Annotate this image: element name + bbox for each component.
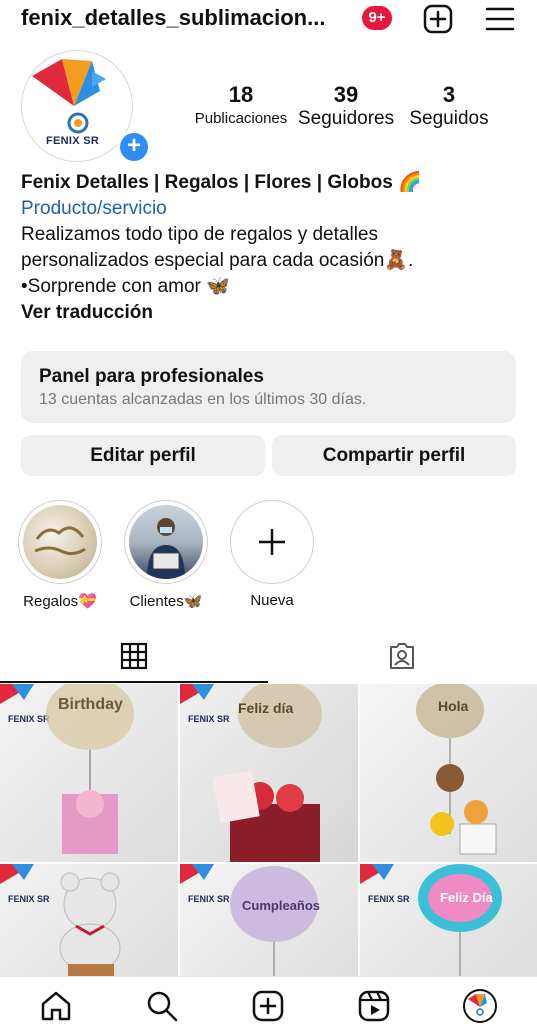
person-graphic-icon xyxy=(147,518,185,579)
foil-balloon-icon xyxy=(418,864,502,976)
brand-corner-icon xyxy=(180,864,214,884)
stat-following-label: Seguidos xyxy=(409,108,489,129)
highlight-ring xyxy=(124,500,208,584)
purple-balloon-icon xyxy=(230,866,318,976)
balloon-graphic-icon xyxy=(34,526,86,556)
highlight-label: Clientes🦋 xyxy=(129,593,203,610)
create-icon[interactable] xyxy=(251,989,285,1023)
stat-followers-value: 39 xyxy=(333,82,359,107)
notification-badge[interactable]: 9+ xyxy=(362,6,392,30)
profile-display-name: Fenix Detalles | Regalos | Flores | Glob… xyxy=(21,172,422,193)
bio-line-1: Realizamos todo tipo de regalos y detall… xyxy=(21,224,378,245)
panel-title: Panel para profesionales xyxy=(39,366,264,387)
profile-category[interactable]: Producto/servicio xyxy=(21,196,521,222)
reels-icon[interactable] xyxy=(357,989,391,1023)
profile-avatar-wrap[interactable]: FENIX SR + xyxy=(21,50,151,164)
posts-grid: FENIX SR Birthday FENIX SR Feliz día Hol… xyxy=(0,684,537,976)
post-thumbnail[interactable]: FENIX SR xyxy=(0,864,178,976)
search-icon[interactable] xyxy=(145,989,179,1023)
teddy-bear-icon xyxy=(59,872,121,976)
brand-corner-icon xyxy=(0,864,34,884)
brand-corner-icon xyxy=(0,684,34,704)
see-translation-link[interactable]: Ver traducción xyxy=(21,300,521,326)
top-bar: fenix_detalles_sublimacion... 9+ xyxy=(0,0,537,40)
post-caption: Cumpleaños xyxy=(242,898,321,913)
highlight-clientes[interactable]: Clientes🦋 xyxy=(124,500,208,610)
add-story-button[interactable]: + xyxy=(117,130,151,164)
menu-icon[interactable] xyxy=(484,3,516,35)
tagged-icon[interactable] xyxy=(387,641,417,671)
stat-following[interactable]: 3 Seguidos xyxy=(404,82,494,130)
highlight-ring xyxy=(18,500,102,584)
stat-following-value: 3 xyxy=(442,82,456,107)
bottom-navigation xyxy=(0,976,537,1024)
brand-corner-icon xyxy=(360,864,394,884)
home-icon[interactable] xyxy=(39,989,73,1023)
post-thumbnail[interactable]: FENIX SR Feliz Día xyxy=(360,864,537,976)
edit-profile-button[interactable]: Editar perfil xyxy=(21,435,265,476)
stat-posts[interactable]: 18 Publicaciones xyxy=(194,82,288,130)
profile-tabs xyxy=(0,632,537,684)
highlight-ring xyxy=(230,500,314,584)
plus-square-icon[interactable] xyxy=(422,3,454,35)
bio-line-2: personalizados especial para cada ocasió… xyxy=(21,250,414,271)
stat-posts-label: Publicaciones xyxy=(194,110,288,127)
post-caption: Birthday xyxy=(58,696,123,713)
post-thumbnail[interactable]: FENIX SR Birthday xyxy=(0,684,178,862)
highlight-thumbnail xyxy=(23,505,97,579)
post-caption: Hola xyxy=(438,698,469,714)
profile-avatar[interactable] xyxy=(463,989,497,1023)
bio-line-3: •Sorprende con amor 🦋 xyxy=(21,276,230,297)
share-profile-button[interactable]: Compartir perfil xyxy=(272,435,516,476)
highlight-label: Nueva xyxy=(250,592,294,609)
active-tab-indicator xyxy=(0,681,268,683)
post-caption: Feliz Día xyxy=(440,890,493,905)
panel-subtitle: 13 cuentas alcanzadas en los últimos 30 … xyxy=(39,391,367,408)
professional-dashboard-panel[interactable]: Panel para profesionales 13 cuentas alca… xyxy=(21,351,516,423)
grid-icon[interactable] xyxy=(120,642,148,670)
stat-followers[interactable]: 39 Seguidores xyxy=(298,82,394,130)
stat-posts-value: 18 xyxy=(228,82,254,107)
highlight-new[interactable]: Nueva xyxy=(230,500,314,609)
profile-bio: Fenix Detalles | Regalos | Flores | Glob… xyxy=(21,170,521,326)
highlight-regalos[interactable]: Regalos💝 xyxy=(18,500,102,610)
post-thumbnail[interactable]: FENIX SR Cumpleaños xyxy=(180,864,358,976)
highlight-thumbnail xyxy=(129,505,203,579)
fenix-logo-icon xyxy=(468,994,487,1016)
profile-username[interactable]: fenix_detalles_sublimacion... xyxy=(21,5,325,31)
brand-corner-icon xyxy=(180,684,214,704)
highlight-label: Regalos💝 xyxy=(23,593,97,610)
post-thumbnail[interactable]: FENIX SR Feliz día xyxy=(180,684,358,862)
stat-followers-label: Seguidores xyxy=(298,108,395,129)
post-thumbnail[interactable]: Hola xyxy=(360,684,537,862)
avatar-brand-text: FENIX SR xyxy=(46,135,100,147)
post-caption: Feliz día xyxy=(238,700,294,716)
plus-icon xyxy=(259,529,285,555)
